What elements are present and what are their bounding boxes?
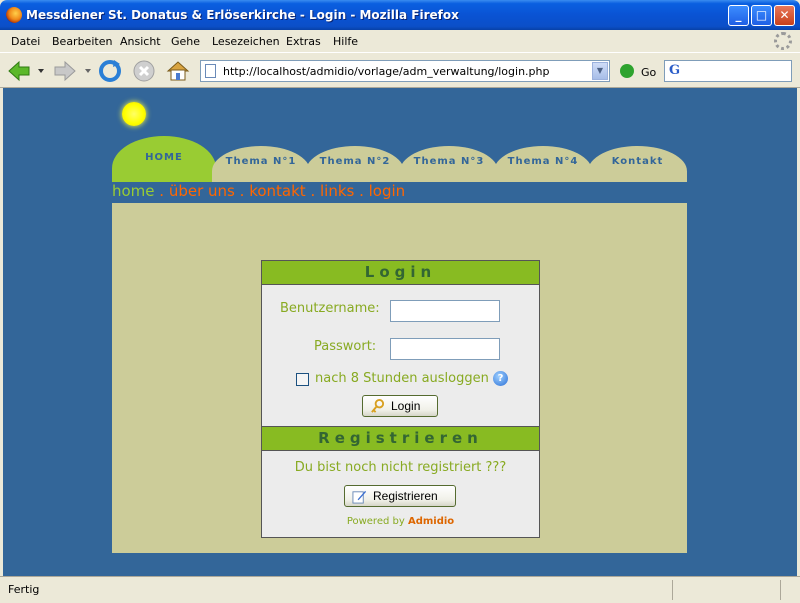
- password-label: Passwort:: [314, 339, 377, 354]
- breadcrumb-login-link[interactable]: login: [369, 182, 406, 200]
- admidio-link[interactable]: Admidio: [408, 516, 454, 527]
- go-icon[interactable]: [620, 64, 634, 78]
- page-icon: [205, 64, 216, 78]
- edit-pencil-icon: [352, 490, 367, 504]
- menu-lesezeichen[interactable]: Lesezeichen: [212, 35, 280, 48]
- firefox-icon: [6, 7, 22, 23]
- status-bar: Fertig: [0, 576, 800, 603]
- minimize-button[interactable]: _: [728, 5, 749, 26]
- auto-logout-label: nach 8 Stunden ausloggen: [315, 371, 489, 386]
- site-tabs: HOME Thema N°1 Thema N°2 Thema N°3 Thema…: [112, 134, 687, 184]
- login-button[interactable]: Login: [362, 395, 438, 417]
- register-heading: Registrieren: [262, 427, 539, 451]
- register-button-label: Registrieren: [373, 489, 438, 503]
- page-viewport: HOME Thema N°1 Thema N°2 Thema N°3 Thema…: [3, 88, 797, 576]
- back-dropdown-icon[interactable]: [37, 67, 45, 75]
- tab-home[interactable]: HOME: [112, 136, 216, 182]
- address-dropdown-icon[interactable]: ▼: [592, 62, 608, 80]
- sun-logo-icon: [122, 102, 146, 126]
- status-divider: [780, 580, 781, 600]
- menu-hilfe[interactable]: Hilfe: [333, 35, 358, 48]
- address-input[interactable]: http://localhost/admidio/vorlage/adm_ver…: [223, 65, 549, 78]
- menu-extras[interactable]: Extras: [286, 35, 321, 48]
- reload-icon[interactable]: [97, 58, 123, 84]
- status-text: Fertig: [8, 583, 40, 596]
- breadcrumb-separator: .: [154, 182, 169, 200]
- menu-gehe[interactable]: Gehe: [171, 35, 200, 48]
- register-info-text: Du bist noch nicht registriert ???: [294, 460, 507, 475]
- breadcrumb-separator: .: [234, 182, 250, 200]
- stop-icon[interactable]: [131, 58, 157, 84]
- close-button[interactable]: ✕: [774, 5, 795, 26]
- password-input[interactable]: [390, 338, 500, 360]
- register-box: Registrieren Du bist noch nicht registri…: [261, 427, 540, 538]
- menu-ansicht[interactable]: Ansicht: [120, 35, 161, 48]
- window-titlebar: Messdiener St. Donatus & Erlöserkirche -…: [0, 0, 800, 30]
- status-divider: [672, 580, 673, 600]
- tab-thema-2[interactable]: Thema N°2: [306, 146, 404, 182]
- help-icon[interactable]: ?: [493, 371, 508, 386]
- powered-by: Powered by Admidio: [262, 516, 539, 527]
- back-arrow-icon[interactable]: [6, 58, 32, 84]
- search-bar[interactable]: G: [664, 60, 792, 82]
- login-heading: Login: [262, 261, 539, 285]
- login-box: Login Benutzername: Passwort: nach 8 Stu…: [261, 260, 540, 427]
- key-icon: [371, 399, 385, 413]
- breadcrumb-separator: .: [354, 182, 369, 200]
- breadcrumb-ueber-uns-link[interactable]: über uns: [169, 182, 235, 200]
- forward-dropdown-icon[interactable]: [84, 67, 92, 75]
- maximize-button[interactable]: □: [751, 5, 772, 26]
- throbber-icon: [774, 32, 792, 50]
- powered-by-prefix: Powered by: [346, 516, 405, 527]
- register-button[interactable]: Registrieren: [344, 485, 456, 507]
- breadcrumb-separator: .: [305, 182, 320, 200]
- forward-arrow-icon[interactable]: [52, 58, 78, 84]
- breadcrumb-home-link[interactable]: home: [112, 182, 155, 200]
- address-bar[interactable]: http://localhost/admidio/vorlage/adm_ver…: [200, 60, 610, 82]
- tab-thema-1[interactable]: Thema N°1: [212, 146, 310, 182]
- home-icon[interactable]: [165, 58, 191, 84]
- menu-datei[interactable]: Datei: [11, 35, 40, 48]
- menu-bar: Datei Bearbeiten Ansicht Gehe Lesezeiche…: [0, 30, 800, 52]
- breadcrumb-links-link[interactable]: links: [320, 182, 354, 200]
- go-button[interactable]: Go: [641, 66, 656, 79]
- username-label: Benutzername:: [280, 301, 380, 316]
- auto-logout-checkbox[interactable]: [296, 373, 309, 386]
- navigation-toolbar: http://localhost/admidio/vorlage/adm_ver…: [0, 52, 800, 88]
- breadcrumb: home . über uns . kontakt . links . logi…: [112, 182, 405, 200]
- menu-bearbeiten[interactable]: Bearbeiten: [52, 35, 112, 48]
- content-panel: Login Benutzername: Passwort: nach 8 Stu…: [112, 203, 687, 553]
- login-button-label: Login: [391, 399, 421, 413]
- tab-thema-3[interactable]: Thema N°3: [400, 146, 498, 182]
- tab-thema-4[interactable]: Thema N°4: [494, 146, 592, 182]
- username-input[interactable]: [390, 300, 500, 322]
- google-search-icon[interactable]: G: [669, 63, 680, 78]
- tab-kontakt[interactable]: Kontakt: [588, 146, 687, 182]
- breadcrumb-kontakt-link[interactable]: kontakt: [249, 182, 305, 200]
- window-title: Messdiener St. Donatus & Erlöserkirche -…: [26, 8, 459, 22]
